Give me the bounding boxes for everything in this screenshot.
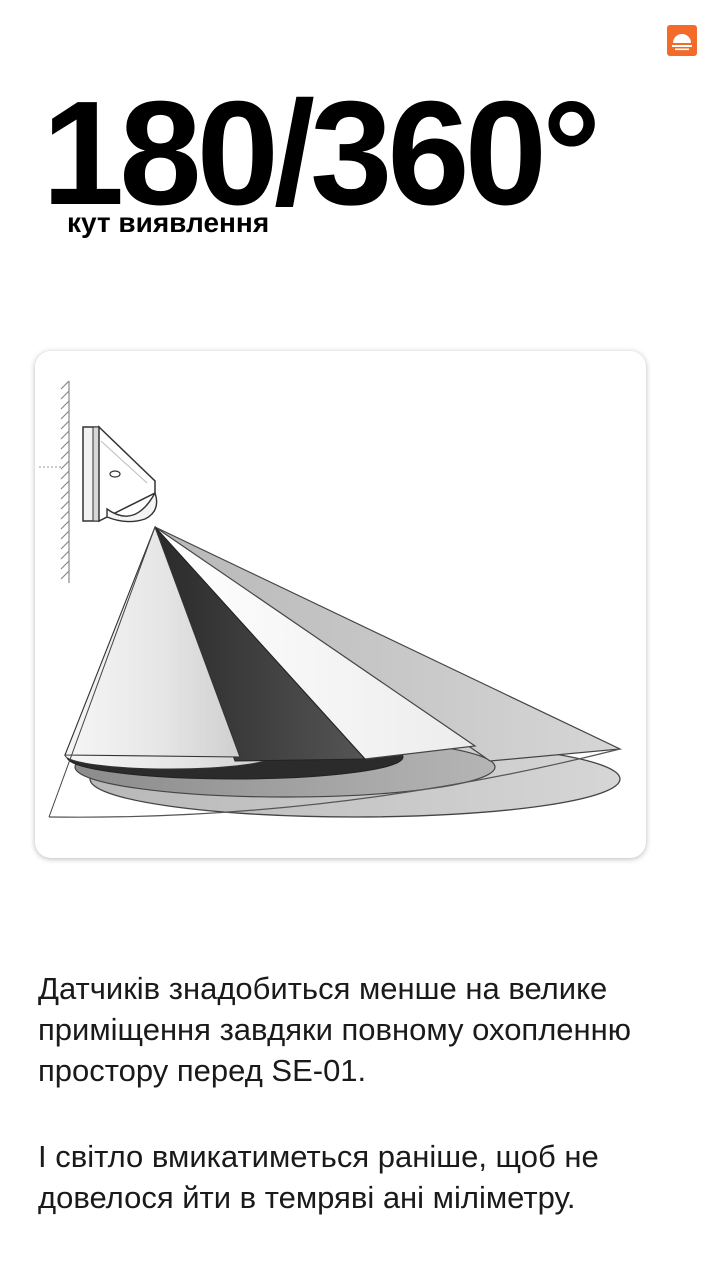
- sunrise-icon: [667, 25, 697, 56]
- description-paragraph-2: І світло вмикатиметься раніше, щоб не до…: [38, 1139, 599, 1215]
- brand-logo: [667, 25, 697, 56]
- motion-sensor-detection-zones-icon: [39, 380, 623, 818]
- detection-illustration-card: [35, 351, 646, 858]
- description-paragraph-1: Датчиків знадобиться менше на велике при…: [38, 971, 632, 1088]
- hero-caption: кут виявлення: [67, 207, 270, 238]
